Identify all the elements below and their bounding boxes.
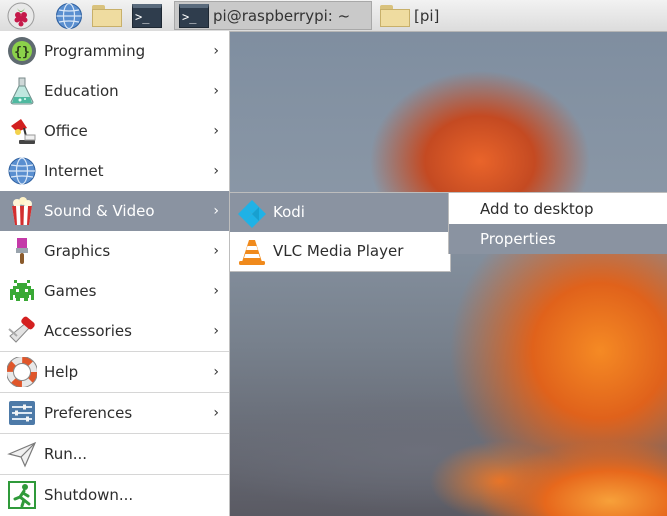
menu-item-label: Run...	[44, 445, 88, 463]
file-manager-launcher[interactable]	[92, 2, 122, 29]
web-browser-launcher[interactable]	[54, 2, 84, 29]
chevron-right-icon: ›	[213, 123, 219, 139]
terminal-launcher[interactable]: >_	[132, 2, 162, 29]
menu-item-label: Shutdown...	[44, 486, 134, 504]
programming-icon: {}	[6, 36, 38, 66]
menu-button[interactable]	[6, 2, 36, 29]
chevron-right-icon: ›	[213, 43, 219, 59]
menu-item-label: Graphics	[44, 242, 111, 260]
menu-item-accessories[interactable]: Accessories ›	[0, 311, 229, 351]
chevron-right-icon: ›	[213, 163, 219, 179]
menu-item-shutdown[interactable]: Shutdown...	[0, 475, 229, 515]
chevron-right-icon: ›	[213, 405, 219, 421]
menu-item-education[interactable]: Education ›	[0, 71, 229, 111]
chevron-right-icon: ›	[213, 203, 219, 219]
chevron-right-icon: ›	[213, 243, 219, 259]
menu-item-label: Help	[44, 363, 79, 381]
menu-item-label: Preferences	[44, 404, 133, 422]
pocket-knife-icon	[6, 316, 38, 346]
submenu-item-label: VLC Media Player	[273, 242, 404, 260]
lifebuoy-icon	[6, 357, 38, 387]
task-file-manager[interactable]: [pi]	[376, 1, 576, 30]
application-menu: {} Programming › Education › Office › In…	[0, 31, 230, 516]
chevron-right-icon: ›	[213, 323, 219, 339]
menu-item-preferences[interactable]: Preferences ›	[0, 393, 229, 433]
chevron-right-icon: ›	[213, 283, 219, 299]
menu-item-label: Education	[44, 82, 119, 100]
desk-lamp-icon	[6, 116, 38, 146]
folder-icon	[92, 4, 122, 27]
menu-item-games[interactable]: Games ›	[0, 271, 229, 311]
add-to-desktop-option[interactable]: Add to desktop	[449, 194, 667, 224]
menu-item-label: Office	[44, 122, 88, 140]
terminal-icon: >_	[132, 3, 162, 28]
space-invader-icon	[6, 276, 38, 306]
menu-item-sound-video[interactable]: Sound & Video ›	[0, 191, 229, 231]
terminal-icon: >_	[179, 3, 209, 28]
properties-option[interactable]: Properties	[449, 224, 667, 254]
svg-text:{}: {}	[14, 45, 30, 60]
menu-item-graphics[interactable]: Graphics ›	[0, 231, 229, 271]
menu-item-label: Accessories	[44, 322, 132, 340]
paintbrush-icon	[6, 236, 38, 266]
menu-item-programming[interactable]: {} Programming ›	[0, 31, 229, 71]
vlc-cone-icon	[236, 236, 268, 267]
menu-item-internet[interactable]: Internet ›	[0, 151, 229, 191]
folder-icon	[380, 4, 410, 27]
menu-item-office[interactable]: Office ›	[0, 111, 229, 151]
flask-icon	[6, 76, 38, 106]
chevron-right-icon: ›	[213, 364, 219, 380]
task-title: [pi]	[414, 6, 440, 25]
menu-item-help[interactable]: Help ›	[0, 352, 229, 392]
menu-item-label: Internet	[44, 162, 104, 180]
submenu-item-label: Kodi	[273, 203, 305, 221]
taskbar: >_ >_ pi@raspberrypi: ~ [pi]	[0, 0, 667, 32]
task-title: pi@raspberrypi: ~	[213, 6, 351, 25]
paper-plane-icon	[6, 439, 38, 469]
globe-icon	[56, 2, 82, 29]
submenu-item-kodi[interactable]: Kodi	[230, 193, 450, 232]
sound-video-submenu: Kodi VLC Media Player	[229, 192, 451, 272]
menu-item-run[interactable]: Run...	[0, 434, 229, 474]
exit-icon	[6, 480, 38, 510]
globe-icon	[6, 156, 38, 186]
raspberry-icon	[7, 2, 35, 29]
menu-item-label: Programming	[44, 42, 146, 60]
kodi-icon	[236, 197, 268, 228]
popcorn-icon	[6, 196, 38, 226]
menu-item-label: Sound & Video	[44, 202, 155, 220]
chevron-right-icon: ›	[213, 83, 219, 99]
task-terminal[interactable]: >_ pi@raspberrypi: ~	[174, 1, 372, 30]
menu-item-label: Games	[44, 282, 97, 300]
submenu-item-vlc[interactable]: VLC Media Player	[230, 232, 450, 271]
sliders-icon	[6, 398, 38, 428]
context-menu: Add to desktop Properties	[448, 192, 667, 254]
